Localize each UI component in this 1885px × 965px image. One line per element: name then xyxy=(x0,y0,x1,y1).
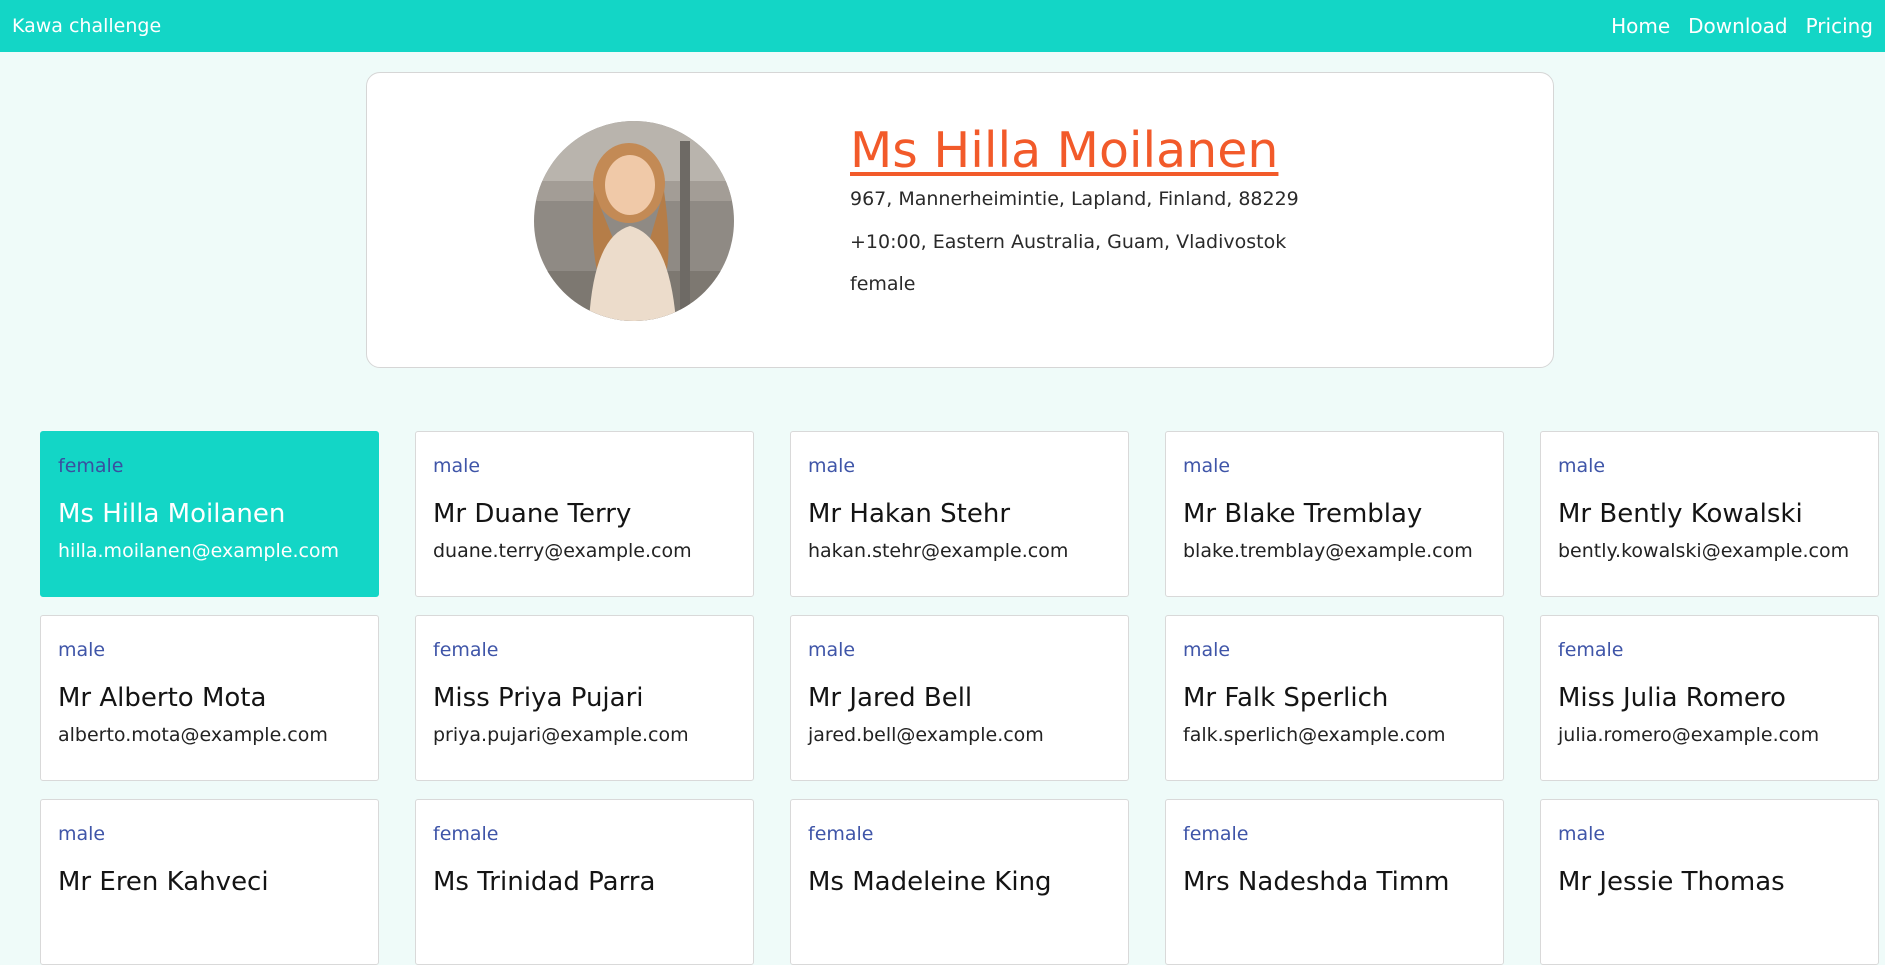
user-card-name: Ms Hilla Moilanen xyxy=(58,499,286,529)
user-card-gender: male xyxy=(58,823,106,845)
user-card-email: jared.bell@example.com xyxy=(808,724,1044,746)
profile-timezone: +10:00, Eastern Australia, Guam, Vladivo… xyxy=(850,231,1287,253)
user-card-email: falk.sperlich@example.com xyxy=(1183,724,1446,746)
user-card-name: Mr Jared Bell xyxy=(808,683,973,713)
user-card[interactable]: female Ms Madeleine King xyxy=(790,799,1129,965)
user-card-email: hilla.moilanen@example.com xyxy=(58,540,340,562)
nav-pricing-link[interactable]: Pricing xyxy=(1806,14,1873,38)
user-card-email: duane.terry@example.com xyxy=(433,540,692,562)
user-card-gender: male xyxy=(58,639,106,661)
user-card-name: Mr Blake Tremblay xyxy=(1183,499,1423,529)
profile-address: 967, Mannerheimintie, Lapland, Finland, … xyxy=(850,188,1299,210)
user-card-name: Ms Trinidad Parra xyxy=(433,867,656,897)
user-card-email: priya.pujari@example.com xyxy=(433,724,689,746)
user-card-gender: male xyxy=(1558,823,1606,845)
user-card-gender: female xyxy=(808,823,874,845)
user-card-email: hakan.stehr@example.com xyxy=(808,540,1069,562)
user-card[interactable]: male Mr Falk Sperlich falk.sperlich@exampl… xyxy=(1165,615,1504,781)
user-card-gender: male xyxy=(808,455,856,477)
profile-name-link[interactable]: Ms Hilla Moilanen xyxy=(850,121,1299,181)
user-card-gender: male xyxy=(1558,455,1606,477)
nav-links: Home Download Pricing xyxy=(1611,14,1873,38)
user-card[interactable]: male Mr Jessie Thomas xyxy=(1540,799,1879,965)
user-card-email: blake.tremblay@example.com xyxy=(1183,540,1473,562)
user-card[interactable]: female Ms Hilla Moilanen hilla.moilanen@ex… xyxy=(40,431,379,597)
user-card-email: julia.romero@example.com xyxy=(1558,724,1820,746)
user-card[interactable]: female Miss Julia Romero julia.romero@exam… xyxy=(1540,615,1879,781)
user-card[interactable]: male Mr Jared Bell jared.bell@example.com xyxy=(790,615,1129,781)
user-card-gender: female xyxy=(58,455,124,477)
user-card-email: alberto.mota@example.com xyxy=(58,724,328,746)
user-card-name: Mr Duane Terry xyxy=(433,499,632,529)
user-card-name: Mr Falk Sperlich xyxy=(1183,683,1389,713)
user-card-name: Miss Priya Pujari xyxy=(433,683,644,713)
user-card-name: Mr Eren Kahveci xyxy=(58,867,269,897)
user-card[interactable]: male Mr Eren Kahveci xyxy=(40,799,379,965)
user-card-name: Mr Hakan Stehr xyxy=(808,499,1011,529)
user-card[interactable]: female Ms Trinidad Parra xyxy=(415,799,754,965)
user-card[interactable]: male Mr Hakan Stehr hakan.stehr@example.co… xyxy=(790,431,1129,597)
user-card-name: Mrs Nadeshda Timm xyxy=(1183,867,1450,897)
user-card-gender: female xyxy=(433,823,499,845)
user-card[interactable]: female Miss Priya Pujari priya.pujari@exam… xyxy=(415,615,754,781)
nav-home-link[interactable]: Home xyxy=(1611,14,1670,38)
brand-link[interactable]: Kawa challenge xyxy=(12,15,161,37)
profile-card: Ms Hilla Moilanen 967, Mannerheimintie, … xyxy=(366,72,1554,368)
user-card[interactable]: male Mr Alberto Mota alberto.mota@example.… xyxy=(40,615,379,781)
user-card[interactable]: female Mrs Nadeshda Timm xyxy=(1165,799,1504,965)
user-card-gender: female xyxy=(1558,639,1624,661)
user-card-gender: male xyxy=(1183,455,1231,477)
user-card-name: Miss Julia Romero xyxy=(1558,683,1786,713)
nav-download-link[interactable]: Download xyxy=(1688,14,1787,38)
user-card-gender: male xyxy=(808,639,856,661)
user-card[interactable]: male Mr Duane Terry duane.terry@example.co… xyxy=(415,431,754,597)
user-card-name: Ms Madeleine King xyxy=(808,867,1052,897)
user-card-gender: female xyxy=(433,639,499,661)
user-card-gender: male xyxy=(1183,639,1231,661)
user-card-gender: female xyxy=(1183,823,1249,845)
top-navbar: Kawa challenge Home Download Pricing xyxy=(0,0,1885,52)
user-card-name: Mr Jessie Thomas xyxy=(1558,867,1785,897)
user-card-name: Mr Alberto Mota xyxy=(58,683,267,713)
user-card[interactable]: male Mr Blake Tremblay blake.tremblay@exam… xyxy=(1165,431,1504,597)
profile-info: Ms Hilla Moilanen 967, Mannerheimintie, … xyxy=(850,121,1299,309)
user-card-name: Mr Bently Kowalski xyxy=(1558,499,1803,529)
profile-avatar xyxy=(534,121,734,321)
user-card[interactable]: male Mr Bently Kowalski bently.kowalski@ex… xyxy=(1540,431,1879,597)
user-card-gender: male xyxy=(433,455,481,477)
user-card-email: bently.kowalski@example.com xyxy=(1558,540,1850,562)
